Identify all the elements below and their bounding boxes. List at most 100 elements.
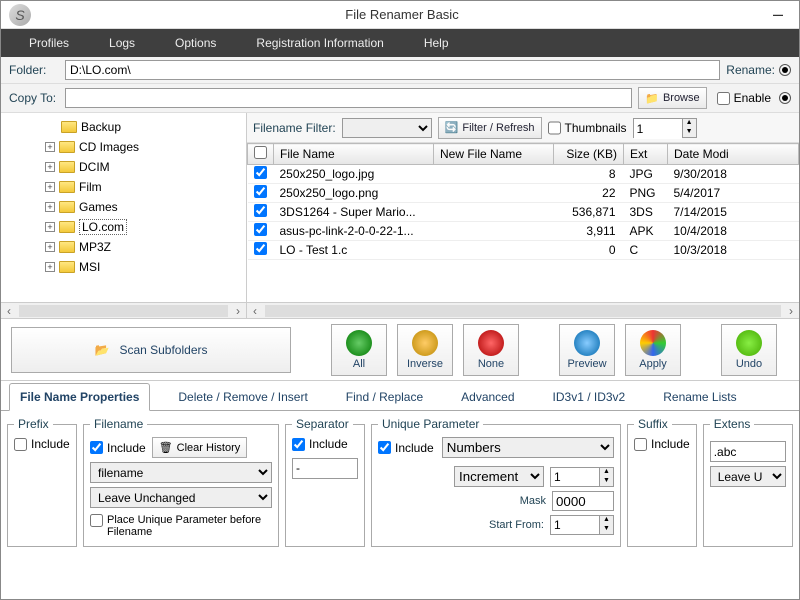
filename-case-select[interactable]: Leave Unchanged <box>90 487 272 508</box>
tree-item[interactable]: +Games <box>1 197 246 217</box>
menu-help[interactable]: Help <box>404 29 469 57</box>
extension-case-select[interactable]: Leave U <box>710 466 786 487</box>
cell-date: 7/14/2015 <box>668 203 799 222</box>
prefix-group: Prefix Include <box>7 417 77 547</box>
copyto-path-input[interactable] <box>65 88 632 108</box>
tree-item[interactable]: +MP3Z <box>1 237 246 257</box>
unique-step-spinner[interactable]: ▲▼ <box>550 467 614 487</box>
menu-registration[interactable]: Registration Information <box>236 29 403 57</box>
row-checkbox[interactable] <box>254 204 267 217</box>
enable-checkbox[interactable]: Enable <box>717 91 771 105</box>
select-none-button[interactable]: None <box>463 324 519 376</box>
col-newname[interactable]: New File Name <box>434 144 554 165</box>
browse-button[interactable]: 📁 Browse <box>638 87 706 109</box>
cell-ext: C <box>624 241 668 260</box>
scan-subfolders-button[interactable]: 📂 Scan Subfolders <box>11 327 291 373</box>
unique-type-select[interactable]: Numbers <box>442 437 614 458</box>
preview-button[interactable]: Preview <box>559 324 615 376</box>
table-row[interactable]: 3DS1264 - Super Mario... 536,871 3DS 7/1… <box>248 203 799 222</box>
expander-icon[interactable]: + <box>45 142 55 152</box>
start-from-spinner[interactable]: ▲▼ <box>550 515 614 535</box>
scroll-thumb[interactable] <box>265 305 781 317</box>
filename-group: Filename Include 🗑Clear History filename… <box>83 417 279 547</box>
scroll-right-icon[interactable]: › <box>230 304 246 318</box>
tab-find-replace[interactable]: Find / Replace <box>336 384 433 410</box>
separator-include-checkbox[interactable]: Include <box>292 437 348 451</box>
expander-icon[interactable]: + <box>45 222 55 232</box>
filename-select[interactable]: filename <box>90 462 272 483</box>
row-checkbox[interactable] <box>254 242 267 255</box>
menu-profiles[interactable]: Profiles <box>9 29 89 57</box>
suffix-include-checkbox[interactable]: Include <box>634 437 690 451</box>
select-inverse-button[interactable]: Inverse <box>397 324 453 376</box>
table-row[interactable]: 250x250_logo.jpg 8 JPG 9/30/2018 <box>248 165 799 184</box>
rename-radio[interactable] <box>779 64 791 76</box>
tree-hscrollbar[interactable]: ‹ › <box>1 302 246 318</box>
expander-icon[interactable]: + <box>45 202 55 212</box>
extension-input[interactable] <box>710 441 786 462</box>
minimize-button[interactable]: – <box>765 4 791 25</box>
scroll-left-icon[interactable]: ‹ <box>1 304 17 318</box>
col-filename[interactable]: File Name <box>274 144 434 165</box>
file-grid[interactable]: File Name New File Name Size (KB) Ext Da… <box>247 143 799 302</box>
tree-item-label: CD Images <box>79 140 139 154</box>
table-row[interactable]: 250x250_logo.png 22 PNG 5/4/2017 <box>248 184 799 203</box>
undo-button[interactable]: Undo <box>721 324 777 376</box>
filename-filter-select[interactable] <box>342 118 432 138</box>
expander-icon[interactable]: + <box>45 242 55 252</box>
tab-rename-lists[interactable]: Rename Lists <box>653 384 746 410</box>
apply-button[interactable]: Apply <box>625 324 681 376</box>
col-ext[interactable]: Ext <box>624 144 668 165</box>
thumb-size-spinner[interactable]: ▲▼ <box>633 118 697 138</box>
tree-item[interactable]: + CD Images <box>1 137 246 157</box>
unique-mode-select[interactable]: Increment <box>454 466 544 487</box>
tree-item[interactable]: +LO.com <box>1 217 246 237</box>
col-size[interactable]: Size (KB) <box>554 144 624 165</box>
tab-filename-properties[interactable]: File Name Properties <box>9 383 150 411</box>
scroll-right-icon[interactable]: › <box>783 304 799 318</box>
prefix-include-checkbox[interactable]: Include <box>14 437 70 451</box>
row-checkbox[interactable] <box>254 166 267 179</box>
expander-icon[interactable]: + <box>45 182 55 192</box>
filename-include-checkbox[interactable]: Include <box>90 441 146 455</box>
cell-filename: asus-pc-link-2-0-0-22-1... <box>274 222 434 241</box>
place-unique-checkbox[interactable]: Place Unique Parameter before Filename <box>90 514 272 538</box>
cell-date: 9/30/2018 <box>668 165 799 184</box>
scan-subfolders-label: Scan Subfolders <box>119 343 207 357</box>
unique-include-checkbox[interactable]: Include <box>378 441 434 455</box>
filter-refresh-button[interactable]: 🔄 Filter / Refresh <box>438 117 542 139</box>
folder-tree[interactable]: Backup+CD Images+DCIM+Film+Games+LO.com+… <box>1 113 247 318</box>
row-checkbox[interactable] <box>254 223 267 236</box>
tree-item[interactable]: +MSI <box>1 257 246 277</box>
thumbnails-checkbox[interactable]: Thumbnails <box>548 118 627 138</box>
menu-logs[interactable]: Logs <box>89 29 155 57</box>
table-row[interactable]: LO - Test 1.c 0 C 10/3/2018 <box>248 241 799 260</box>
spin-down-icon[interactable]: ▼ <box>682 128 696 137</box>
folder-path-input[interactable] <box>65 60 720 80</box>
menu-options[interactable]: Options <box>155 29 236 57</box>
tree-item[interactable]: Backup <box>1 117 246 137</box>
tab-delete-remove-insert[interactable]: Delete / Remove / Insert <box>168 384 317 410</box>
tab-advanced[interactable]: Advanced <box>451 384 524 410</box>
folder-icon: 📁 <box>645 92 659 105</box>
tab-id3[interactable]: ID3v1 / ID3v2 <box>543 384 636 410</box>
tree-item[interactable]: +Film <box>1 177 246 197</box>
col-date[interactable]: Date Modi <box>668 144 799 165</box>
row-checkbox[interactable] <box>254 185 267 198</box>
thumb-size-input[interactable] <box>634 119 682 139</box>
cell-date: 10/3/2018 <box>668 241 799 260</box>
select-all-button[interactable]: All <box>331 324 387 376</box>
copy-radio[interactable] <box>779 92 791 104</box>
col-check[interactable] <box>248 144 274 165</box>
expander-icon[interactable]: + <box>45 262 55 272</box>
table-row[interactable]: asus-pc-link-2-0-0-22-1... 3,911 APK 10/… <box>248 222 799 241</box>
spin-up-icon[interactable]: ▲ <box>682 119 696 128</box>
separator-input[interactable] <box>292 458 358 479</box>
grid-hscrollbar[interactable]: ‹ › <box>247 302 799 318</box>
tree-item[interactable]: +DCIM <box>1 157 246 177</box>
expander-icon[interactable]: + <box>45 162 55 172</box>
clear-history-button[interactable]: 🗑Clear History <box>152 437 248 458</box>
scroll-thumb[interactable] <box>19 305 228 317</box>
scroll-left-icon[interactable]: ‹ <box>247 304 263 318</box>
mask-input[interactable] <box>552 491 614 511</box>
